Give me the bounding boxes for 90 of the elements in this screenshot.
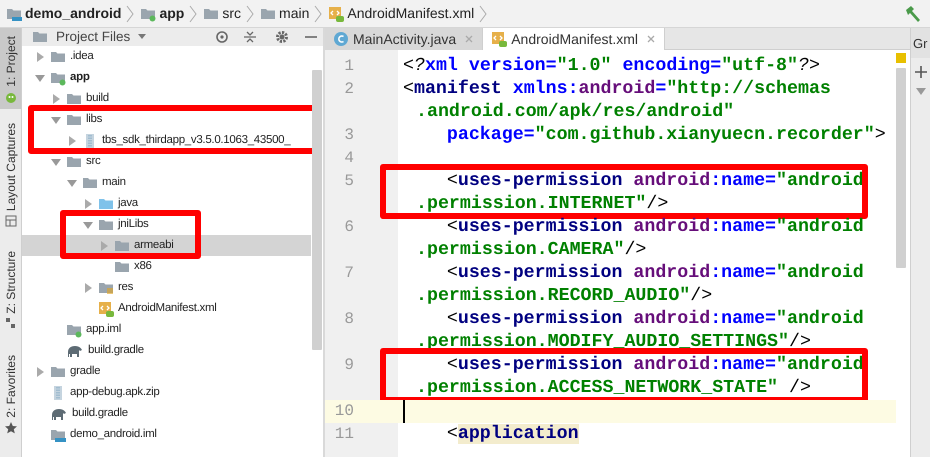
code-line: <uses-permission android:name="android	[446, 216, 864, 239]
tree-item[interactable]: AndroidManifest.xml	[22, 298, 311, 319]
line-number: 1	[343, 56, 354, 77]
warning-marker	[896, 53, 906, 63]
code-line: <uses-permission android:name="android	[446, 354, 864, 377]
folder-icon	[32, 29, 48, 45]
expand-arrow-icon[interactable]	[34, 366, 46, 378]
tree-item[interactable]: build	[22, 88, 311, 109]
line-number: 4	[343, 148, 354, 169]
tree-item[interactable]: jniLibs	[22, 214, 311, 235]
tree-item[interactable]: app-debug.apk.zip	[22, 382, 311, 403]
tool-window-tab[interactable]: 1: Project	[0, 28, 21, 109]
line-number: 5	[343, 171, 354, 192]
code-line: <uses-permission android:name="android	[446, 262, 864, 285]
expand-arrow-icon[interactable]	[98, 240, 110, 252]
chevron-icon	[479, 4, 488, 22]
tree-item[interactable]: .idea	[22, 46, 311, 67]
close-icon[interactable]	[464, 34, 474, 44]
breadcrumb-item[interactable]: main	[276, 3, 312, 24]
text-cursor	[403, 400, 405, 423]
code-line: .permission.INTERNET"/>	[415, 193, 668, 216]
chevron-icon	[314, 4, 322, 22]
structure-icon	[4, 317, 16, 330]
xml-file-icon	[328, 6, 344, 22]
code-line: .permission.CAMERA"/>	[415, 239, 646, 262]
tree-item[interactable]: java	[22, 193, 311, 214]
code-line: <?xml version="1.0" encoding="utf-8"?>	[402, 55, 820, 78]
tree-item[interactable]: build.gradle	[22, 340, 311, 361]
code-line: .permission.MODIFY_AUDIO_SETTINGS"/>	[415, 331, 811, 354]
code-line: <manifest xmlns:android="http://schemas	[402, 78, 831, 101]
code-line: .permission.ACCESS_NETWORK_STATE" />	[415, 377, 811, 400]
code-line: .permission.RECORD_AUDIO"/>	[415, 285, 712, 308]
line-number: 10	[334, 401, 354, 422]
tool-window-tab[interactable]: Gr	[911, 28, 930, 58]
line-number: 8	[343, 309, 354, 330]
tool-window-tab[interactable]: 2: Favorites	[0, 347, 21, 440]
tree-item[interactable]: x86	[22, 256, 311, 277]
chevron-icon	[126, 4, 134, 22]
caret-icon[interactable]	[916, 88, 926, 96]
layout-icon	[4, 214, 16, 227]
breadcrumb-item[interactable]: app	[156, 3, 188, 24]
expand-arrow-icon[interactable]	[50, 92, 62, 104]
close-icon[interactable]	[646, 34, 656, 44]
line-number: 7	[343, 263, 354, 284]
chevron-icon	[246, 4, 254, 22]
expand-arrow-icon[interactable]	[34, 50, 46, 62]
tree-item[interactable]: demo_android.iml	[22, 424, 311, 445]
hammer-icon[interactable]	[904, 4, 922, 22]
scrollbar-thumb[interactable]	[312, 70, 322, 350]
class-icon	[333, 31, 349, 47]
scrollbar-thumb[interactable]	[896, 68, 906, 268]
dropdown-caret-icon[interactable]	[138, 34, 146, 40]
editor-tab[interactable]: MainActivity.java	[325, 28, 484, 50]
tree-item[interactable]: gradle	[22, 361, 311, 382]
breadcrumb-item[interactable]: demo_android	[22, 3, 124, 24]
android-icon	[4, 90, 16, 103]
editor-tab[interactable]: AndroidManifest.xml	[483, 28, 666, 50]
line-number: 2	[343, 79, 354, 100]
line-number: 9	[343, 355, 354, 376]
locate-icon[interactable]	[215, 30, 229, 44]
expand-arrow-icon[interactable]	[82, 282, 94, 294]
tool-window-tab[interactable]: Layout Captures	[0, 114, 21, 233]
expand-arrow-icon[interactable]	[66, 134, 78, 146]
tree-item[interactable]: src	[22, 151, 311, 172]
code-line: package="com.github.xianyuecn.recorder">	[446, 124, 886, 147]
line-number: 3	[343, 125, 354, 146]
settings-icon[interactable]	[275, 30, 289, 44]
star-icon	[4, 422, 16, 434]
xml-file-icon	[98, 300, 114, 316]
code-line: .android.com/apk/res/android"	[415, 101, 734, 124]
chevron-icon	[189, 4, 198, 22]
code-line: <uses-permission android:name="android	[446, 170, 864, 193]
tree-item[interactable]: libs	[22, 109, 311, 130]
tree-item[interactable]: res	[22, 277, 311, 298]
code-line: <uses-permission android:name="android	[446, 308, 864, 331]
tree-item[interactable]: build.gradle	[22, 403, 311, 424]
plus-icon[interactable]	[914, 66, 926, 78]
collapse-icon[interactable]	[243, 30, 257, 44]
tree-item[interactable]: main	[22, 172, 311, 193]
breadcrumb-item[interactable]: src	[219, 3, 244, 24]
tree-item[interactable]: app.iml	[22, 319, 311, 340]
breadcrumb-item[interactable]: AndroidManifest.xml	[344, 3, 478, 24]
line-number: 11	[334, 424, 354, 445]
tree-item[interactable]: tbs_sdk_thirdapp_v3.5.0.1063_43500_	[22, 130, 311, 151]
code-line: <application	[446, 423, 579, 446]
tree-item[interactable]: app	[22, 67, 311, 88]
xml-file-icon	[491, 31, 508, 47]
expand-arrow-icon[interactable]	[82, 198, 94, 210]
line-number: 6	[343, 217, 354, 238]
tool-window-tab[interactable]: Z: Structure	[0, 242, 21, 336]
